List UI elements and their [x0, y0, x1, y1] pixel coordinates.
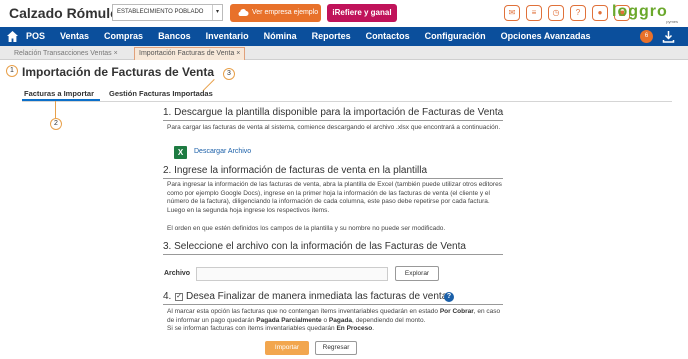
excel-icon: X	[174, 146, 187, 159]
logo-subtext: pymes	[666, 19, 678, 24]
annotation-marker-1: 1	[6, 65, 18, 77]
tab-gestion-facturas-importadas[interactable]: Gestión Facturas Importadas	[109, 89, 213, 98]
chevron-down-icon: ▾	[212, 5, 222, 20]
back-button[interactable]: Regresar	[315, 341, 357, 355]
section-4-text-part: o	[321, 316, 329, 324]
nav-item-compras[interactable]: Compras	[104, 27, 143, 46]
establishment-select[interactable]: ESTABLECIMIENTO POBLADO ▾	[112, 4, 223, 21]
breadcrumb-tab-relacion-label: Relación Transacciones Ventas	[14, 50, 112, 57]
tab-facturas-a-importar[interactable]: Facturas a Importar	[24, 89, 94, 98]
section-2-text: Para ingresar la información de las fact…	[167, 181, 502, 214]
page-title: Importación de Facturas de Venta	[22, 65, 215, 79]
notification-badge[interactable]: 6	[640, 30, 653, 43]
annotation-marker-2: 2	[50, 118, 62, 130]
status-por-cobrar: Por Cobrar	[439, 308, 474, 315]
section-1-title: 1. Descargue la plantilla disponible par…	[163, 107, 504, 118]
tab-divider	[22, 101, 672, 102]
section-1-divider	[163, 120, 503, 121]
download-icon[interactable]	[662, 30, 675, 43]
nav-item-inventario[interactable]: Inventario	[206, 27, 249, 46]
clock-icon[interactable]: ◷	[548, 5, 564, 21]
breadcrumb-tab-importacion[interactable]: Importación Facturas de Venta ×	[134, 47, 246, 60]
sample-company-label: Ver empresa ejemplo	[252, 9, 319, 16]
breadcrumb-tab-importacion-label: Importación Facturas de Venta	[139, 50, 235, 57]
nav-item-nomina[interactable]: Nómina	[264, 27, 297, 46]
section-2-title: 2. Ingrese la información de facturas de…	[163, 165, 428, 176]
status-en-proceso: En Proceso	[336, 325, 373, 332]
section-4-text-part: Al marcar esta opción las facturas que n…	[167, 308, 440, 315]
chat-icon[interactable]: ✉	[504, 5, 520, 21]
file-label: Archivo	[164, 270, 191, 277]
home-icon[interactable]	[6, 30, 19, 43]
help-icon[interactable]: ?	[570, 5, 586, 21]
company-name: Calzado Rómulo	[9, 5, 119, 21]
file-input[interactable]	[196, 267, 388, 281]
download-file-link[interactable]: Descargar Archivo	[194, 148, 251, 155]
nav-item-pos[interactable]: POS	[26, 27, 45, 46]
section-4-text-part: , dependiendo del monto.	[352, 316, 426, 324]
section-4-text-part: Si se informan facturas con ítems invent…	[167, 325, 337, 332]
breadcrumb-tab-relacion[interactable]: Relación Transacciones Ventas ×	[14, 48, 118, 59]
import-button[interactable]: Importar	[265, 341, 309, 355]
annotation-marker-3: 3	[223, 68, 235, 80]
section-2-note: El orden en que estén definidos los camp…	[167, 225, 446, 232]
section-4-text-part: .	[372, 325, 375, 332]
breadcrumb-tabs: Relación Transacciones Ventas × Importac…	[0, 46, 688, 60]
status-pagada-parcialmente: Pagada Parcialmente	[256, 316, 322, 324]
section-4-number: 4.	[163, 291, 172, 302]
user-icon[interactable]: ●	[592, 5, 608, 21]
nav-item-reportes[interactable]: Reportes	[312, 27, 351, 46]
cloud-icon	[238, 9, 249, 16]
status-pagada: Pagada	[328, 316, 353, 324]
list-icon[interactable]: ≡	[526, 5, 542, 21]
browse-button[interactable]: Explorar	[395, 266, 439, 281]
nav-item-configuracion[interactable]: Configuración	[425, 27, 486, 46]
nav-item-contactos[interactable]: Contactos	[366, 27, 410, 46]
finalize-checkbox-label: Desea Finalizar de manera inmediata las …	[186, 291, 448, 302]
section-3-divider	[163, 254, 503, 255]
sample-company-button[interactable]: Ver empresa ejemplo	[230, 4, 321, 22]
section-4-divider	[163, 304, 503, 305]
refer-button[interactable]: iRefiere y ganal	[327, 4, 397, 22]
close-icon[interactable]: ×	[114, 50, 118, 57]
section-3-title: 3. Seleccione el archivo con la informac…	[163, 241, 466, 252]
loggro-logo: loggro pymes	[612, 3, 684, 25]
help-icon[interactable]: ?	[444, 292, 454, 302]
nav-items: POS Ventas Compras Bancos Inventario Nóm…	[26, 27, 606, 46]
establishment-select-value: ESTABLECIMIENTO POBLADO	[117, 9, 204, 15]
nav-item-opciones-avanzadas[interactable]: Opciones Avanzadas	[501, 27, 591, 46]
top-header: Calzado Rómulo ESTABLECIMIENTO POBLADO ▾…	[0, 0, 688, 27]
nav-item-bancos[interactable]: Bancos	[158, 27, 191, 46]
main-nav: POS Ventas Compras Bancos Inventario Nóm…	[0, 27, 688, 46]
section-1-text: Para cargar las facturas de venta al sis…	[167, 124, 501, 131]
section-4-text: Al marcar esta opción las facturas que n…	[167, 308, 503, 334]
nav-item-ventas[interactable]: Ventas	[60, 27, 89, 46]
finalize-checkbox[interactable]: ✓	[175, 293, 183, 301]
close-icon[interactable]: ×	[236, 50, 240, 57]
section-2-divider	[163, 178, 503, 179]
annotation-leader-2	[55, 101, 56, 119]
